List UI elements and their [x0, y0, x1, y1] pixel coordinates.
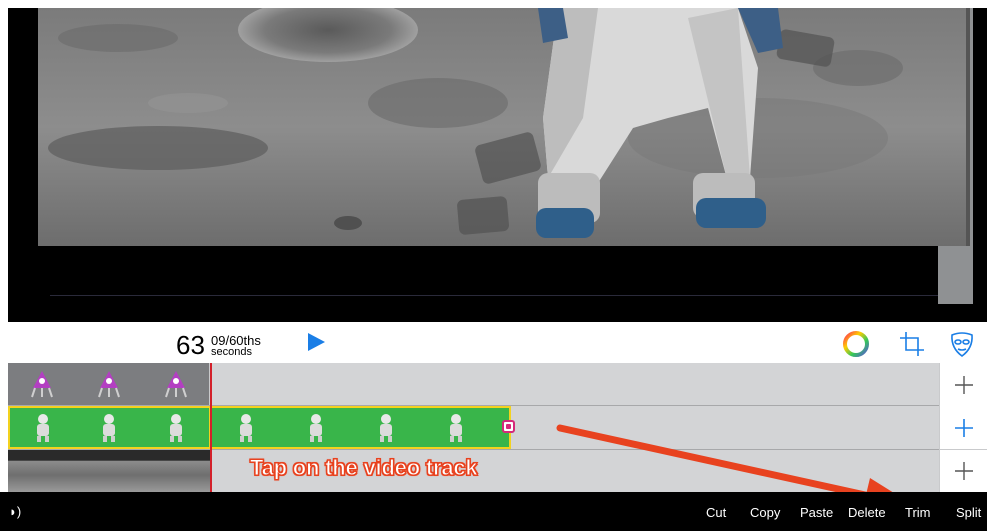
- split-button[interactable]: Split: [956, 505, 981, 520]
- copy-button[interactable]: Copy: [750, 505, 780, 520]
- editor-toolbar: [0, 322, 987, 363]
- astronaut-thumbnail: [76, 408, 142, 447]
- overlay-track[interactable]: [8, 363, 939, 405]
- video-clip-selected[interactable]: [8, 406, 211, 449]
- video-preview: [0, 0, 987, 322]
- volume-icon[interactable]: ◗): [9, 504, 21, 519]
- add-video-button[interactable]: [940, 406, 987, 449]
- cut-button[interactable]: Cut: [706, 505, 726, 520]
- instruction-annotation: Tap on the video track: [249, 455, 478, 481]
- preview-left-border: [0, 0, 8, 322]
- timecode-seconds: 63: [176, 330, 205, 360]
- astronaut-thumbnail: [143, 408, 209, 447]
- astronaut-thumbnail: [281, 408, 351, 447]
- trim-button[interactable]: Trim: [905, 505, 931, 520]
- crop-icon[interactable]: [898, 330, 926, 358]
- edit-menu-bar: ◗) Cut Copy Paste Delete Trim Split: [0, 492, 987, 531]
- overlay-thumbnail: [75, 363, 142, 405]
- video-clip[interactable]: [211, 406, 511, 449]
- mask-icon[interactable]: [948, 330, 976, 358]
- astronaut-thumbnail: [10, 408, 76, 447]
- astronaut-thumbnail: [421, 408, 491, 447]
- color-wheel-icon[interactable]: [842, 330, 870, 358]
- astronaut-thumbnail: [351, 408, 421, 447]
- preview-frame-image: [38, 8, 970, 246]
- playhead[interactable]: [210, 363, 212, 492]
- overlay-thumbnail: [8, 363, 75, 405]
- add-overlay-button[interactable]: [940, 363, 987, 406]
- delete-button[interactable]: Delete: [848, 505, 886, 520]
- clip-trim-handle[interactable]: [502, 420, 515, 433]
- timecode-unit: seconds: [211, 346, 252, 358]
- play-icon[interactable]: [305, 331, 327, 353]
- overlay-track-empty[interactable]: [211, 363, 939, 405]
- preview-divider: [50, 295, 938, 296]
- add-background-button[interactable]: [940, 450, 987, 492]
- moon-thumbnail-strip: [8, 450, 211, 492]
- overlay-thumbnail: [142, 363, 209, 405]
- astronaut-thumbnail: [211, 408, 281, 447]
- paste-button[interactable]: Paste: [800, 505, 833, 520]
- video-track[interactable]: [8, 406, 939, 449]
- preview-top-border: [0, 0, 987, 8]
